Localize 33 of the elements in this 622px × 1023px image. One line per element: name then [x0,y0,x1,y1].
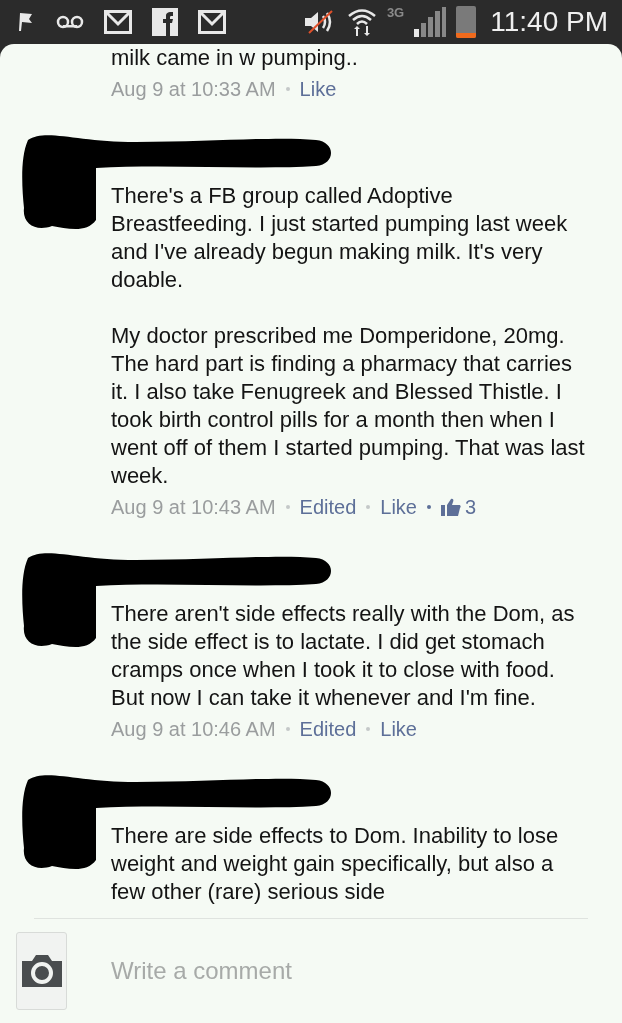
battery-icon [456,6,477,38]
comment-timestamp: Aug 9 at 10:46 AM [111,717,276,742]
thumbs-up-icon [441,498,461,516]
like-link[interactable]: Like [380,714,417,744]
like-link[interactable]: Like [380,492,417,522]
comment-timestamp: Aug 9 at 10:43 AM [111,495,276,520]
comment-text: There are side effects to Dom. Inability to lose weight and weight gain specifically, but also a few other (rare) serious side [111,822,560,906]
mail-icon [198,10,226,34]
comment-text: milk came in w pumping.. [111,44,359,72]
signal-icon [414,7,447,37]
camera-button[interactable] [16,932,67,1010]
camera-icon [19,953,64,989]
comment-text: My doctor prescribed me Domperidone, 20mg. The hard part is finding a pharmacy that carries it. I also take Fenugreek and Blessed Thistle. I took birth control pills for a month then when I went off of them I started pumping. That was last week. [111,322,586,490]
facebook-icon [152,8,178,36]
clock-time: 11:40 PM [490,5,608,39]
comment-timestamp: Aug 9 at 10:33 AM [111,77,276,102]
edited-link[interactable]: Edited [299,714,357,744]
like-count: 3 [465,495,477,520]
separator-dot [285,727,290,731]
comment-input[interactable]: Write a comment [111,953,622,989]
like-link[interactable]: Like [299,74,337,104]
wifi-icon [346,7,377,37]
comment-text: There aren't side effects really with the Dom, as the side effect is to lactate. I did get stomach cramps once when I took it to close with food. But now I can take it whenever and I'm fine. [111,600,576,712]
edited-link[interactable]: Edited [299,492,357,522]
separator-dot [427,505,431,509]
voicemail-icon [56,15,84,29]
separator-dot [285,505,290,509]
separator-dot [285,87,290,91]
mail-icon [104,10,132,34]
network-type: 3G [386,4,405,22]
comment-text: There's a FB group called Adoptive Breastfeeding. I just started pumping last week and I've already begun making milk. It's very doable. [111,182,569,294]
separator-dot [366,727,371,731]
separator-dot [366,505,371,509]
